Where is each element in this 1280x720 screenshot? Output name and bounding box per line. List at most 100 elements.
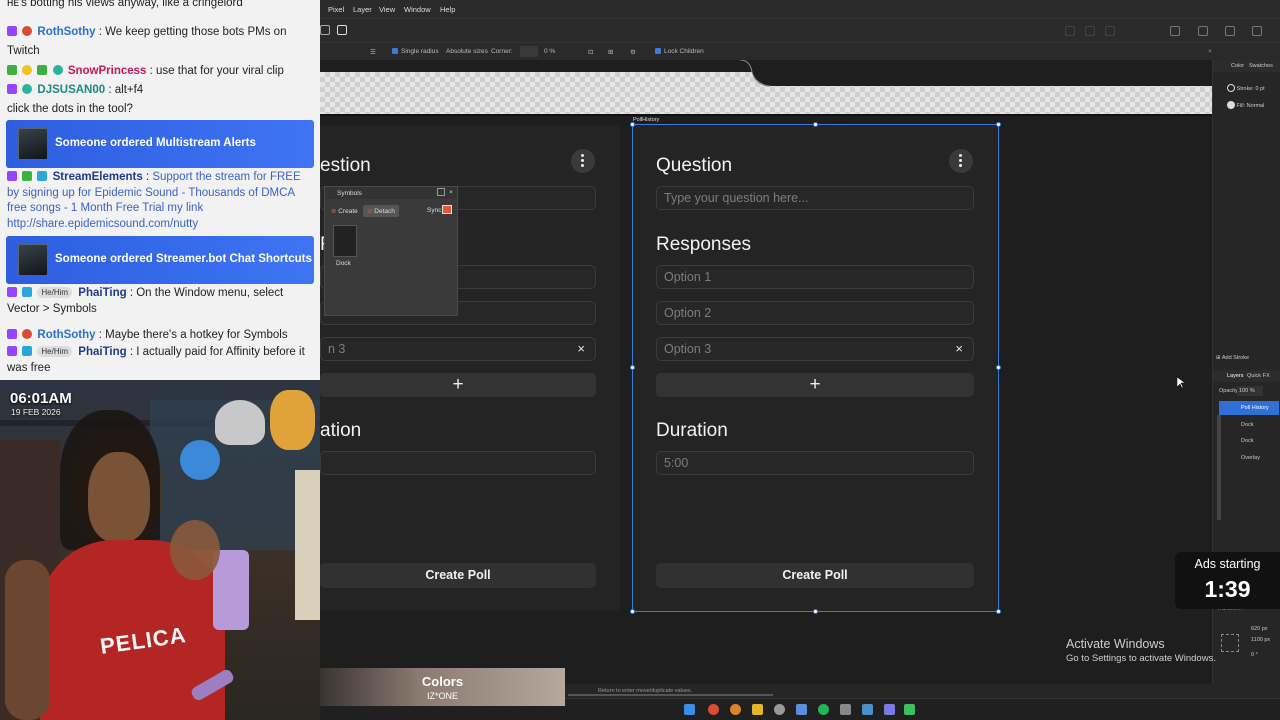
badge-icon — [22, 346, 33, 356]
shield-icon — [22, 84, 33, 94]
tab-layers[interactable]: Layers — [1227, 373, 1244, 379]
app-icon[interactable] — [796, 704, 807, 715]
create-poll-button[interactable]: Create Poll — [320, 563, 596, 588]
menu-layer[interactable]: Layer — [353, 5, 372, 14]
layout-icon[interactable] — [1252, 26, 1262, 36]
chat-username[interactable]: RothSothy — [37, 26, 95, 38]
symbols-create-button[interactable]: ⊕ Create — [331, 207, 358, 215]
folder-icon[interactable] — [752, 704, 763, 715]
chat-username[interactable]: PhaiTing — [78, 346, 126, 358]
badge-icon — [37, 171, 48, 181]
tab-quick-fx[interactable]: Quick FX — [1247, 373, 1270, 379]
single-radius-toggle[interactable]: Single radius — [392, 48, 439, 55]
layer-dock[interactable]: Dock — [1219, 434, 1279, 448]
browser-icon[interactable] — [730, 704, 741, 715]
resize-handle[interactable] — [630, 122, 635, 127]
lock-children-toggle[interactable]: Lock Children — [655, 48, 704, 55]
layer-overlay[interactable]: Overlay — [1219, 451, 1279, 465]
chat-username[interactable]: PhaiTing — [78, 287, 126, 299]
streamer-arm — [5, 560, 50, 720]
chat-message-text: : — [142, 171, 153, 183]
chat-message: RothSothy : Maybe there's a hotkey for S… — [7, 326, 314, 345]
chat-alert: Someone ordered Streamer.bot Chat Shortc… — [6, 236, 314, 284]
anchor-icon[interactable] — [1221, 634, 1239, 652]
layer-poll-history[interactable]: Poll History — [1219, 401, 1279, 415]
add-option-button[interactable]: + — [320, 373, 596, 397]
app-icon[interactable] — [840, 704, 851, 715]
duration-input[interactable] — [320, 451, 596, 475]
grid-icon[interactable]: ⊞ — [608, 48, 613, 56]
alert-thumbnail — [18, 244, 48, 276]
fill-row[interactable]: Fill: Normal — [1227, 101, 1264, 109]
transform-icon[interactable]: ⊡ — [588, 48, 593, 56]
menu-window[interactable]: Window — [404, 5, 431, 14]
app-icon[interactable] — [774, 704, 785, 715]
add-stroke-button[interactable]: ⊞ Add Stroke — [1216, 355, 1249, 361]
app-icon[interactable] — [862, 704, 873, 715]
resize-handle[interactable] — [630, 609, 635, 614]
design-canvas[interactable]: estion R n 3× + ation Create Poll Symbol… — [320, 60, 1212, 684]
chat-message-link[interactable]: Support the stream for FREE by signing u… — [7, 171, 301, 230]
align-icon[interactable]: ☰ — [370, 48, 376, 56]
twitch-icon — [7, 287, 17, 297]
resize-handle[interactable] — [996, 122, 1001, 127]
stroke-row[interactable]: Stroke: 0 pt — [1227, 84, 1265, 92]
tool-icon[interactable] — [1065, 26, 1075, 36]
symbols-detach-button[interactable]: ⊘ Detach — [363, 205, 399, 217]
windows-start-icon[interactable] — [684, 704, 695, 715]
corner-type-select[interactable] — [520, 46, 538, 57]
duration-heading: ation — [320, 420, 362, 441]
affinity-icon[interactable] — [904, 704, 915, 715]
resize-handle[interactable] — [630, 365, 635, 370]
tool-icon[interactable] — [1085, 26, 1095, 36]
tool-icon[interactable] — [1105, 26, 1115, 36]
gear-icon[interactable]: ⚙ — [630, 48, 636, 56]
snap-icon[interactable] — [1170, 26, 1180, 36]
menu-help[interactable]: Help — [440, 5, 455, 14]
chat-username[interactable]: StreamElements — [53, 171, 143, 183]
chat-username[interactable]: SnowPrincess — [68, 65, 147, 77]
more-options-icon[interactable] — [571, 149, 595, 173]
selection-box[interactable] — [632, 124, 999, 612]
option-text: n 3 — [328, 342, 346, 356]
corner-percent[interactable]: 0 % — [544, 48, 555, 55]
close-icon[interactable]: × — [1208, 48, 1212, 55]
layer-dock[interactable]: Dock — [1219, 418, 1279, 432]
symbols-panel[interactable]: Symbols × ⊕ Create ⊘ Detach Sync: Dock — [324, 186, 458, 316]
sync-toggle[interactable] — [442, 205, 452, 214]
app-icon[interactable] — [884, 704, 895, 715]
add-stroke-label: Add Stroke — [1221, 355, 1250, 361]
transform-y[interactable]: 1100 px — [1251, 637, 1270, 643]
spotify-icon[interactable] — [818, 704, 829, 715]
opacity-input[interactable]: 100 % — [1237, 386, 1263, 396]
transform-x[interactable]: 620 px — [1251, 626, 1268, 632]
tool-icon[interactable] — [320, 25, 330, 35]
question-heading: estion — [320, 155, 371, 176]
close-icon[interactable]: × — [449, 189, 453, 196]
checkbox-icon — [392, 48, 398, 54]
browser-icon[interactable] — [708, 704, 719, 715]
grid-icon[interactable] — [337, 25, 347, 35]
warning-icon[interactable] — [1198, 26, 1208, 36]
tab-color[interactable]: Color — [1231, 63, 1244, 69]
resize-handle[interactable] — [996, 609, 1001, 614]
close-icon[interactable]: × — [577, 338, 585, 360]
chat-message: He/Him PhaiTing : On the Window menu, se… — [7, 286, 314, 317]
dropdown-icon[interactable] — [437, 188, 445, 196]
sync-label: Sync: — [427, 207, 444, 214]
chat-username[interactable]: RothSothy — [37, 329, 95, 341]
mouse-cursor-icon — [1177, 377, 1185, 389]
resize-handle[interactable] — [996, 365, 1001, 370]
layers-scrollbar[interactable] — [1217, 415, 1221, 520]
chat-username[interactable]: DJSUSAN00 — [37, 84, 105, 96]
menu-icon[interactable] — [1225, 26, 1235, 36]
resize-handle[interactable] — [813, 122, 818, 127]
option-input[interactable]: n 3 × — [320, 337, 596, 361]
absolute-sizes-label[interactable]: Absolute sizes — [446, 48, 488, 55]
tab-swatches[interactable]: Swatches — [1249, 63, 1273, 69]
menu-view[interactable]: View — [379, 5, 395, 14]
transform-rotation[interactable]: 0 ° — [1251, 652, 1258, 658]
menu-pixel[interactable]: Pixel — [328, 5, 344, 14]
resize-handle[interactable] — [813, 609, 818, 614]
symbol-thumbnail[interactable] — [333, 225, 357, 257]
